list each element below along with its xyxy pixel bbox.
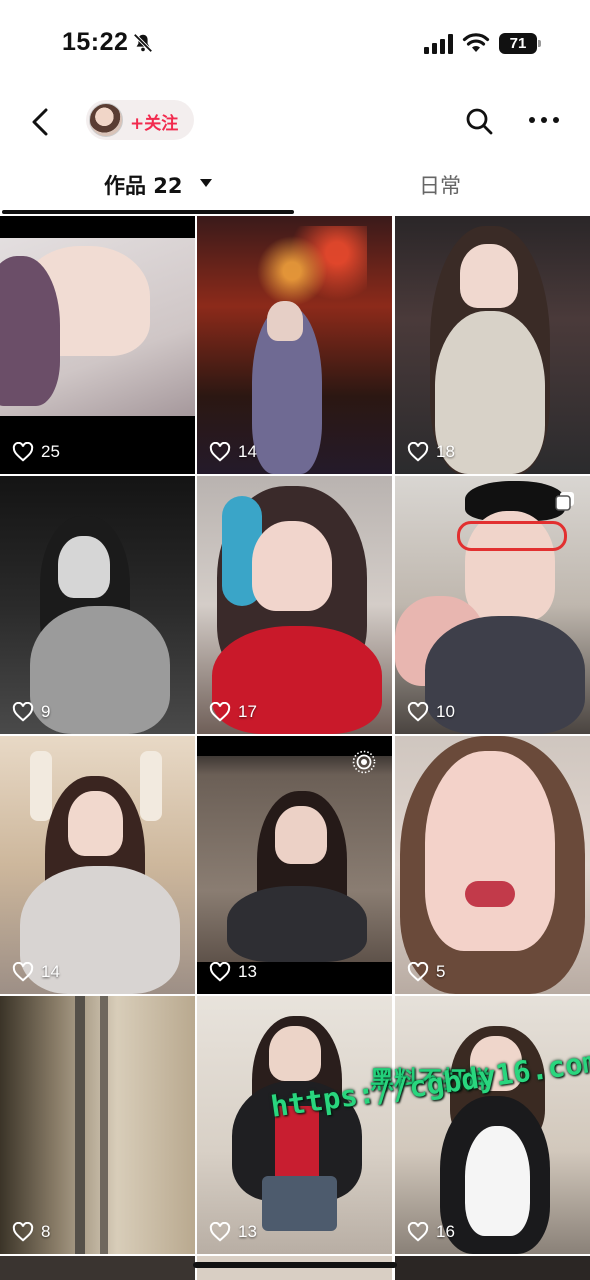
heart-icon [209, 962, 231, 982]
active-tab-indicator [2, 210, 294, 214]
like-count: 8 [12, 1222, 50, 1242]
tab-works[interactable]: 作品 22 [104, 170, 183, 200]
heart-icon [12, 962, 34, 982]
like-count: 10 [407, 702, 455, 722]
battery-level: 71 [499, 33, 537, 54]
follow-label: +关注 [130, 114, 179, 134]
like-count-value: 10 [436, 702, 455, 721]
battery-cap [538, 40, 541, 47]
avatar[interactable] [89, 103, 123, 137]
heart-icon [407, 1222, 429, 1242]
post-thumbnail[interactable]: 17 [197, 476, 392, 734]
like-count: 9 [12, 702, 50, 722]
status-bar: 15:22 71 [0, 0, 590, 88]
home-indicator[interactable] [193, 1262, 397, 1268]
post-thumbnail[interactable] [197, 1256, 392, 1280]
heart-icon [209, 442, 231, 462]
like-count: 13 [209, 1222, 257, 1242]
like-count: 16 [407, 1222, 455, 1242]
post-thumbnail[interactable]: 9 [0, 476, 195, 734]
like-count: 13 [209, 962, 257, 982]
post-thumbnail[interactable]: 10 [395, 476, 590, 734]
like-count-value: 13 [238, 962, 257, 981]
search-icon[interactable] [464, 106, 494, 136]
heart-icon [12, 1222, 34, 1242]
post-thumbnail[interactable]: 8 [0, 996, 195, 1254]
bell-muted-icon [133, 33, 153, 53]
like-count-value: 14 [41, 962, 60, 981]
heart-icon [407, 962, 429, 982]
like-count-value: 25 [41, 442, 60, 461]
post-thumbnail[interactable]: 13 [197, 996, 392, 1254]
follow-button[interactable]: +关注 [86, 100, 194, 140]
post-thumbnail[interactable]: 25 [0, 216, 195, 474]
like-count: 14 [12, 962, 60, 982]
tab-daily[interactable]: 日常 [419, 170, 461, 200]
post-thumbnail[interactable]: 14 [197, 216, 392, 474]
back-arrow-icon[interactable] [24, 104, 60, 140]
like-count-value: 14 [238, 442, 257, 461]
status-time: 15:22 [62, 28, 129, 56]
like-count-value: 18 [436, 442, 455, 461]
cellular-signal-icon [424, 34, 453, 54]
post-thumbnail[interactable]: 18 [395, 216, 590, 474]
caret-down-icon[interactable] [199, 178, 213, 188]
like-count-value: 13 [238, 1222, 257, 1241]
multi-image-icon [555, 492, 574, 511]
post-thumbnail[interactable]: 14 [0, 736, 195, 994]
live-photo-icon [352, 750, 376, 774]
like-count-value: 9 [41, 702, 51, 721]
post-thumbnail[interactable]: 13 [197, 736, 392, 994]
heart-icon [407, 442, 429, 462]
heart-icon [209, 702, 231, 722]
top-nav: +关注 [0, 96, 590, 150]
more-options-icon[interactable] [526, 108, 562, 132]
heart-icon [12, 702, 34, 722]
like-count: 25 [12, 442, 60, 462]
like-count: 18 [407, 442, 455, 462]
wifi-icon [462, 33, 490, 52]
post-thumbnail[interactable] [0, 1256, 195, 1280]
heart-icon [12, 442, 34, 462]
heart-icon [407, 702, 429, 722]
like-count: 14 [209, 442, 257, 462]
profile-tabs: 作品 22 日常 [0, 160, 590, 216]
post-thumbnail[interactable]: 16 [395, 996, 590, 1254]
post-thumbnail[interactable]: 5 [395, 736, 590, 994]
heart-icon [209, 1222, 231, 1242]
like-count: 17 [209, 702, 257, 722]
like-count-value: 8 [41, 1222, 51, 1241]
like-count: 5 [407, 962, 445, 982]
like-count-value: 16 [436, 1222, 455, 1241]
like-count-value: 5 [436, 962, 446, 981]
battery-indicator: 71 [499, 33, 541, 54]
like-count-value: 17 [238, 702, 257, 721]
post-thumbnail[interactable] [395, 1256, 590, 1280]
